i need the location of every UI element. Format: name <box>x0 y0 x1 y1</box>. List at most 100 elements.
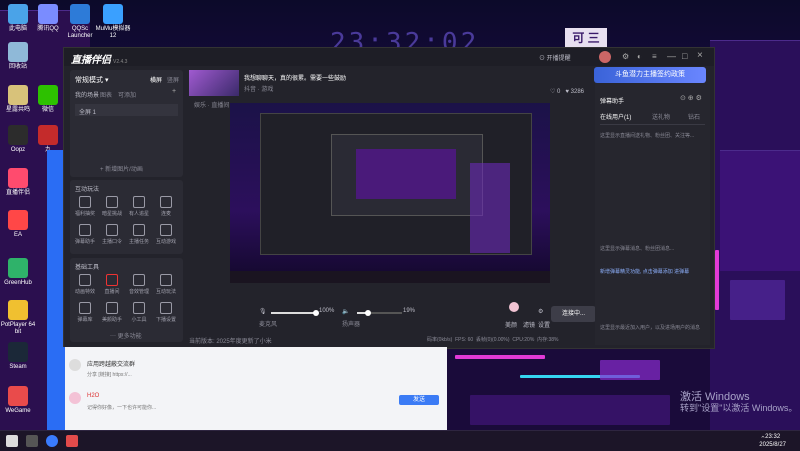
tool-command[interactable]: 主播口令 <box>101 224 123 245</box>
danmaku-panel: 弹幕助手 ⊙ ⊕ ⚙ 在线用户(1) 送礼物 钻石 这里显示直播间送礼物、粉丝团… <box>595 70 710 345</box>
desktop-icon-qq[interactable]: 腾讯QQ <box>30 4 66 33</box>
tool-sound[interactable]: 音效管理 <box>128 274 150 295</box>
desktop-icon-recycle-bin[interactable]: 回收站 <box>0 42 36 71</box>
live-companion-window: 直播伴侣 V2.4.3 ⊙ 开播提醒 ⚙ ◐ ≡ — □ × 常规模式 ▾ 横屏 … <box>63 47 715 349</box>
close-icon[interactable]: × <box>697 50 703 61</box>
settings-button[interactable]: 设置 <box>538 320 550 329</box>
scene-tab-add[interactable]: 可添加 <box>118 90 136 99</box>
building <box>720 150 800 271</box>
scene-item[interactable]: 全屏 1 <box>75 104 178 116</box>
promo-banner[interactable]: 斗鱼潜力主播签约政策 <box>594 67 706 83</box>
mic-slider[interactable] <box>271 310 319 316</box>
tool-challenge[interactable]: 暗星挑战 <box>101 196 123 217</box>
section-interact: 互动玩法 <box>75 187 100 193</box>
gear-icon[interactable]: ⚙ <box>538 308 543 315</box>
skin-icon[interactable]: ◐ <box>637 52 642 61</box>
desktop-icon-qqsc-launcher[interactable]: QQSc Launcher <box>62 4 98 40</box>
desktop-icon-live-companion[interactable]: 直播伴侣 <box>0 168 36 197</box>
add-scene-icon[interactable]: + <box>172 88 176 95</box>
chat-item-message: 分享 [链接] https://... <box>87 372 132 378</box>
stats: ♡ 0 ♥ 3286 <box>549 89 584 95</box>
app-k-icon[interactable] <box>46 435 58 447</box>
add-source-button[interactable]: + 新增图片/动画 <box>100 164 143 173</box>
desktop-icon-steam[interactable]: Steam <box>0 342 36 371</box>
avatar[interactable] <box>599 51 611 63</box>
viewer-icon: ♥ <box>565 89 569 95</box>
tool-widgets[interactable]: 小工具 <box>128 302 150 323</box>
tool-follow[interactable]: 有人追星 <box>128 196 150 217</box>
desktop-icon-wegame[interactable]: WeGame <box>0 386 36 415</box>
tab-online-users[interactable]: 在线用户(1) <box>600 112 631 121</box>
tool-lottery[interactable]: 福利抽奖 <box>74 196 96 217</box>
tool-effects[interactable]: 动画特效 <box>74 274 96 295</box>
interact-panel: 互动玩法 福利抽奖 暗星挑战 有人追星 连麦 弹幕助手 主播口令 主播任务 互动… <box>70 180 183 254</box>
speaker-slider[interactable] <box>357 310 402 316</box>
app-logo: 直播伴侣 V2.4.3 <box>71 55 128 66</box>
mic-icon[interactable]: 🎙 <box>259 308 267 315</box>
speaker-icon[interactable]: 🔈 <box>342 308 349 315</box>
preview-label: 娱乐 · 直播间 <box>194 103 230 109</box>
panel-tool-icons[interactable]: ⊙ ⊕ ⚙ <box>680 94 702 102</box>
maximize-icon[interactable]: □ <box>682 51 687 61</box>
basic-tools-panel: 基础工具 动画特效 直播间 音效管理 互动玩法 弹幕库 美颜助手 小工具 下播设… <box>70 258 183 342</box>
tool-danmaku-lib[interactable]: 弹幕库 <box>74 302 96 323</box>
tab-diamonds[interactable]: 钻石 <box>688 112 700 121</box>
panel-tabs: 在线用户(1) 送礼物 钻石 <box>600 112 705 125</box>
stream-title[interactable]: 我想聊聊天，真的很累。需要一些鼓励 <box>244 73 346 82</box>
chat-item-title[interactable]: H2O <box>87 393 99 399</box>
neon-strip <box>455 355 545 359</box>
tool-room[interactable]: 直播间 <box>101 274 123 295</box>
chat-item-title[interactable]: 应用跨越蔽交流群 <box>87 359 135 368</box>
tool-link-mic[interactable]: 连麦 <box>155 196 177 217</box>
desktop-icon-greenhub[interactable]: GreenHub <box>0 258 36 287</box>
notice-button[interactable]: ⊙ 开播提醒 <box>539 53 571 62</box>
section-basic: 基础工具 <box>75 265 100 271</box>
taskview-icon[interactable] <box>26 435 38 447</box>
minimize-icon[interactable]: — <box>667 51 676 61</box>
gift-message: 这里显示直播间送礼物、粉丝团、关注等... <box>600 133 695 139</box>
settings-icon[interactable]: ⚙ <box>622 52 629 61</box>
preview-area: 我想聊聊天，真的很累。需要一些鼓励 抖音 · 游戏 娱乐 · 直播间 ♡ 0 ♥… <box>189 70 596 345</box>
speaker-label: 扬声器 <box>342 322 361 328</box>
menu-icon[interactable]: ≡ <box>652 52 657 61</box>
wallpaper-sign: 可 三 <box>565 28 607 48</box>
filter-button[interactable]: 滤镜 <box>523 320 535 329</box>
desktop-icon-mumu[interactable]: MuMu模拟器12 <box>95 4 131 40</box>
tab-landscape[interactable]: 横屏 <box>150 75 162 84</box>
tool-danmaku[interactable]: 弹幕助手 <box>74 224 96 245</box>
stream-category[interactable]: 抖音 · 游戏 <box>244 84 273 93</box>
desktop-icon-wechat[interactable]: 微信 <box>30 85 66 114</box>
tool-task[interactable]: 主播任务 <box>128 224 150 245</box>
taskbar-clock[interactable]: 23:32 2025/8/27 <box>759 433 786 449</box>
tab-portrait[interactable]: 竖屏 <box>167 75 179 84</box>
beauty-button[interactable]: 美颜 <box>505 320 517 329</box>
go-live-button[interactable]: 连接中... <box>551 306 596 322</box>
enable-danmaku-link[interactable]: 新增弹幕精灵功能, 点击弹幕添加 进弹幕 <box>600 268 700 276</box>
chat-sidebar <box>47 347 65 430</box>
start-icon[interactable] <box>6 435 18 447</box>
chat-item-message: 记得你好像，一下也许可能你... <box>87 405 157 411</box>
tool-interactive[interactable]: 互动玩法 <box>155 274 177 295</box>
group-avatar[interactable] <box>69 359 81 371</box>
more-tools-button[interactable]: ⋯ 更多功能 <box>110 331 142 340</box>
scene-tab-mine[interactable]: 我的场景 <box>75 90 99 99</box>
speaker-value: 19% <box>403 308 416 314</box>
panel-footer: 这里显示最近加入用户，以及进场用户的消息 <box>600 325 701 331</box>
neon-sign <box>600 360 660 380</box>
cover-thumbnail[interactable] <box>189 70 239 96</box>
tool-end-settings[interactable]: 下播设置 <box>155 302 177 323</box>
scene-tab-chart[interactable]: 图表 <box>100 90 112 99</box>
mascot-icon <box>509 302 519 312</box>
live-companion-taskbar-icon[interactable] <box>66 435 78 447</box>
desktop-icon-potplayer[interactable]: PotPlayer 64 bit <box>0 300 36 336</box>
robot-silhouette <box>730 280 785 320</box>
title-bar: 直播伴侣 V2.4.3 ⊙ 开播提醒 ⚙ ◐ ≡ — □ × <box>64 48 714 66</box>
tab-gifts[interactable]: 送礼物 <box>652 112 670 121</box>
build-info: 当前版本: 2025年度更新了小米 <box>189 339 272 345</box>
tool-beauty[interactable]: 美颜助手 <box>101 302 123 323</box>
send-button[interactable]: 发送 <box>399 395 439 405</box>
tool-game[interactable]: 互动游戏 <box>155 224 177 245</box>
user-avatar[interactable] <box>69 392 81 404</box>
desktop-icon-ea[interactable]: EA <box>0 210 36 239</box>
mode-dropdown[interactable]: 常规模式 ▾ <box>75 75 108 85</box>
